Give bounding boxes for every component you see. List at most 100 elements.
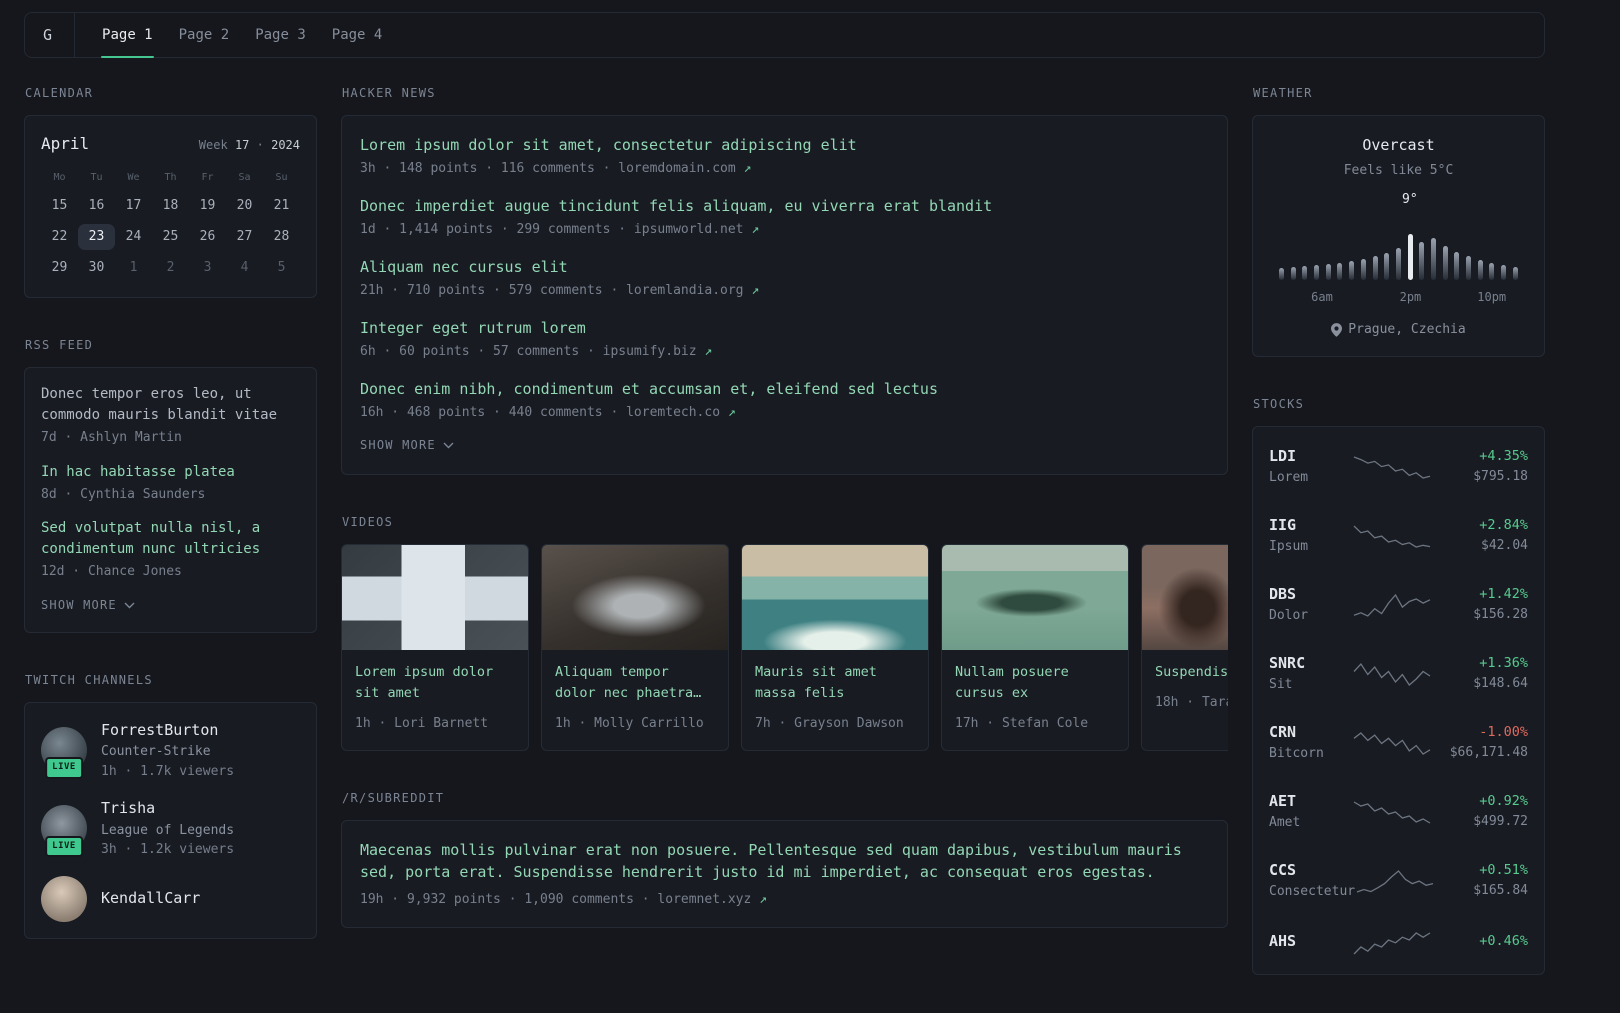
rss-item: Sed volutpat nulla nisl, a condimentum n… <box>41 518 300 582</box>
calendar-day: 22 <box>51 229 68 244</box>
weather-location-label: Prague, Czechia <box>1348 322 1466 337</box>
show-more-label: SHOW MORE <box>41 597 117 612</box>
hackernews-item-title[interactable]: Lorem ipsum dolor sit amet, consectetur … <box>360 134 1209 157</box>
tab-page-2[interactable]: Page 2 <box>166 13 243 57</box>
rss-show-more-button[interactable]: SHOW MORE <box>41 598 135 612</box>
weather-time-axis: 6am 2pm 10pm <box>1279 288 1518 306</box>
video-title: Aliquam tempor dolor nec phaetra… <box>555 664 702 701</box>
video-card[interactable]: Nullam posuere cursus ex 17h · Stefan Co… <box>941 544 1129 751</box>
weather-bar <box>1395 248 1401 280</box>
calendar-day: 29 <box>51 260 68 275</box>
stock-row[interactable]: SNRC Sit +1.36% $148.64 <box>1269 639 1528 708</box>
stock-change: +0.92% <box>1479 792 1528 809</box>
stock-sparkline <box>1353 732 1431 755</box>
hackernews-item: Aliquam nec cursus elit 21h · 710 points… <box>360 256 1209 300</box>
rss-item-title[interactable]: Donec tempor eros leo, ut commodo mauris… <box>41 384 300 426</box>
external-link-icon[interactable]: ↗ <box>759 892 767 907</box>
subreddit-post-title[interactable]: Maecenas mollis pulvinar erat non posuer… <box>360 839 1209 884</box>
tab-page-4[interactable]: Page 4 <box>319 13 396 57</box>
calendar-year: 2024 <box>271 138 300 152</box>
calendar-day: 1 <box>129 260 138 275</box>
stock-id: CRN Bitcorn <box>1269 721 1352 764</box>
stock-row[interactable]: IIG Ipsum +2.84% $42.04 <box>1269 501 1528 570</box>
stock-values: +0.51% $165.84 <box>1435 860 1528 901</box>
hackernews-item: Integer eget rutrum lorem 6h · 60 points… <box>360 317 1209 361</box>
rss-item-title[interactable]: Sed volutpat nulla nisl, a condimentum n… <box>41 518 300 560</box>
stock-id: LDI Lorem <box>1269 445 1352 488</box>
item-meta-text: 21h · 710 points · 579 comments · loreml… <box>360 282 752 298</box>
calendar-day: 4 <box>240 260 249 275</box>
weather-time-label: 6am <box>1311 290 1333 304</box>
rss-card: Donec tempor eros leo, ut commodo mauris… <box>24 367 317 633</box>
external-link-icon[interactable]: ↗ <box>751 222 759 237</box>
video-meta: 18h · Tara <box>1155 695 1228 710</box>
stock-change: +1.42% <box>1479 585 1528 602</box>
external-link-icon[interactable]: ↗ <box>704 344 712 359</box>
stock-sparkline <box>1356 870 1434 893</box>
stock-row[interactable]: DBS Dolor +1.42% $156.28 <box>1269 570 1528 639</box>
weather-bar <box>1430 238 1436 280</box>
twitch-channel[interactable]: KendallCarr <box>41 875 300 922</box>
video-card[interactable]: Suspendisse diam 18h · Tara <box>1141 544 1228 751</box>
stock-row[interactable]: AHS +0.46% <box>1269 915 1528 969</box>
stock-id: IIG Ipsum <box>1269 514 1352 557</box>
channel-viewers: 1h · 1.7k viewers <box>101 763 235 779</box>
navbar: G Page 1 Page 2 Page 3 Page 4 <box>24 12 1545 58</box>
tab-page-3[interactable]: Page 3 <box>242 13 319 57</box>
avatar: LIVE <box>41 726 87 779</box>
twitch-channel[interactable]: LIVE ForrestBurton Counter-Strike 1h · 1… <box>41 719 300 782</box>
video-card[interactable]: Mauris sit amet massa felis 7h · Grayson… <box>741 544 929 751</box>
subreddit-card: Maecenas mollis pulvinar erat non posuer… <box>341 819 1228 928</box>
video-meta: 7h · Grayson Dawson <box>755 716 904 731</box>
stock-row[interactable]: CCS Consectetur +0.51% $165.84 <box>1269 846 1528 915</box>
calendar-month: April <box>41 134 90 153</box>
calendar-header: April Week 17 · 2024 <box>41 132 300 156</box>
hackernews-item-title[interactable]: Donec enim nibh, condimentum et accumsan… <box>360 378 1209 401</box>
hackernews-show-more-button[interactable]: SHOW MORE <box>360 438 454 452</box>
hackernews-card: Lorem ipsum dolor sit amet, consectetur … <box>341 115 1228 475</box>
weather-bar <box>1349 261 1355 280</box>
hackernews-item-title[interactable]: Aliquam nec cursus elit <box>360 256 1209 279</box>
video-card[interactable]: Aliquam tempor dolor nec phaetra… 1h · M… <box>541 544 729 751</box>
external-link-icon[interactable]: ↗ <box>751 283 759 298</box>
item-meta-text: 6h · 60 points · 57 comments · ipsumify.… <box>360 343 705 359</box>
weather-widget: WEATHER Overcast Feels like 5°C 9° 6am 2p… <box>1252 84 1545 357</box>
live-badge: LIVE <box>45 835 83 858</box>
hackernews-item-title[interactable]: Donec imperdiet augue tincidunt felis al… <box>360 195 1209 218</box>
twitch-channel[interactable]: LIVE Trisha League of Legends 3h · 1.2k … <box>41 797 300 860</box>
stock-change: -1.00% <box>1479 723 1528 740</box>
stock-symbol: DBS <box>1269 584 1297 603</box>
hackernews-item-title[interactable]: Integer eget rutrum lorem <box>360 317 1209 340</box>
calendar-day: 21 <box>273 198 290 213</box>
video-body: Lorem ipsum dolor sit amet consectetu… 1… <box>342 650 528 750</box>
calendar-day: 2 <box>166 260 175 275</box>
external-link-icon[interactable]: ↗ <box>728 405 736 420</box>
calendar-widget: CALENDAR April Week 17 · 2024 Mo Tu We Th Fr… <box>24 84 317 298</box>
hackernews-item: Lorem ipsum dolor sit amet, consectetur … <box>360 134 1209 178</box>
weather-location: Prague, Czechia <box>1269 320 1528 340</box>
external-link-icon[interactable]: ↗ <box>744 161 752 176</box>
stock-change: +0.51% <box>1479 861 1528 878</box>
calendar-day: 5 <box>277 260 286 275</box>
hackernews-widget: HACKER NEWS Lorem ipsum dolor sit amet, … <box>341 84 1228 475</box>
hackernews-item-meta: 3h · 148 points · 116 comments · loremdo… <box>360 159 1209 179</box>
page-tabs: Page 1 Page 2 Page 3 Page 4 <box>89 13 396 58</box>
subreddit-post: Maecenas mollis pulvinar erat non posuer… <box>360 839 1209 910</box>
weather-hourly-chart: 9° <box>1279 192 1518 280</box>
stock-row[interactable]: LDI Lorem +4.35% $795.18 <box>1269 432 1528 501</box>
app-logo[interactable]: G <box>43 13 76 57</box>
video-card[interactable]: Lorem ipsum dolor sit amet consectetu… 1… <box>341 544 529 751</box>
channel-info: Trisha League of Legends 3h · 1.2k viewe… <box>101 797 234 860</box>
calendar-day: 20 <box>236 198 253 213</box>
stock-row[interactable]: CRN Bitcorn -1.00% $66,171.48 <box>1269 708 1528 777</box>
rss-item-title[interactable]: In hac habitasse platea <box>41 462 300 483</box>
stock-row[interactable]: AET Amet +0.92% $499.72 <box>1269 777 1528 846</box>
videos-widget: VIDEOS Lorem ipsum dolor sit amet consec… <box>341 513 1228 751</box>
subreddit-widget-title: /R/SUBREDDIT <box>342 790 445 805</box>
stock-sparkline <box>1353 525 1430 548</box>
subreddit-widget: /R/SUBREDDIT Maecenas mollis pulvinar er… <box>341 789 1228 928</box>
calendar-weekday: Th <box>164 172 177 183</box>
calendar-weekday: Fr <box>201 172 214 183</box>
tab-page-1[interactable]: Page 1 <box>89 13 166 58</box>
stock-name: Lorem <box>1269 470 1309 485</box>
